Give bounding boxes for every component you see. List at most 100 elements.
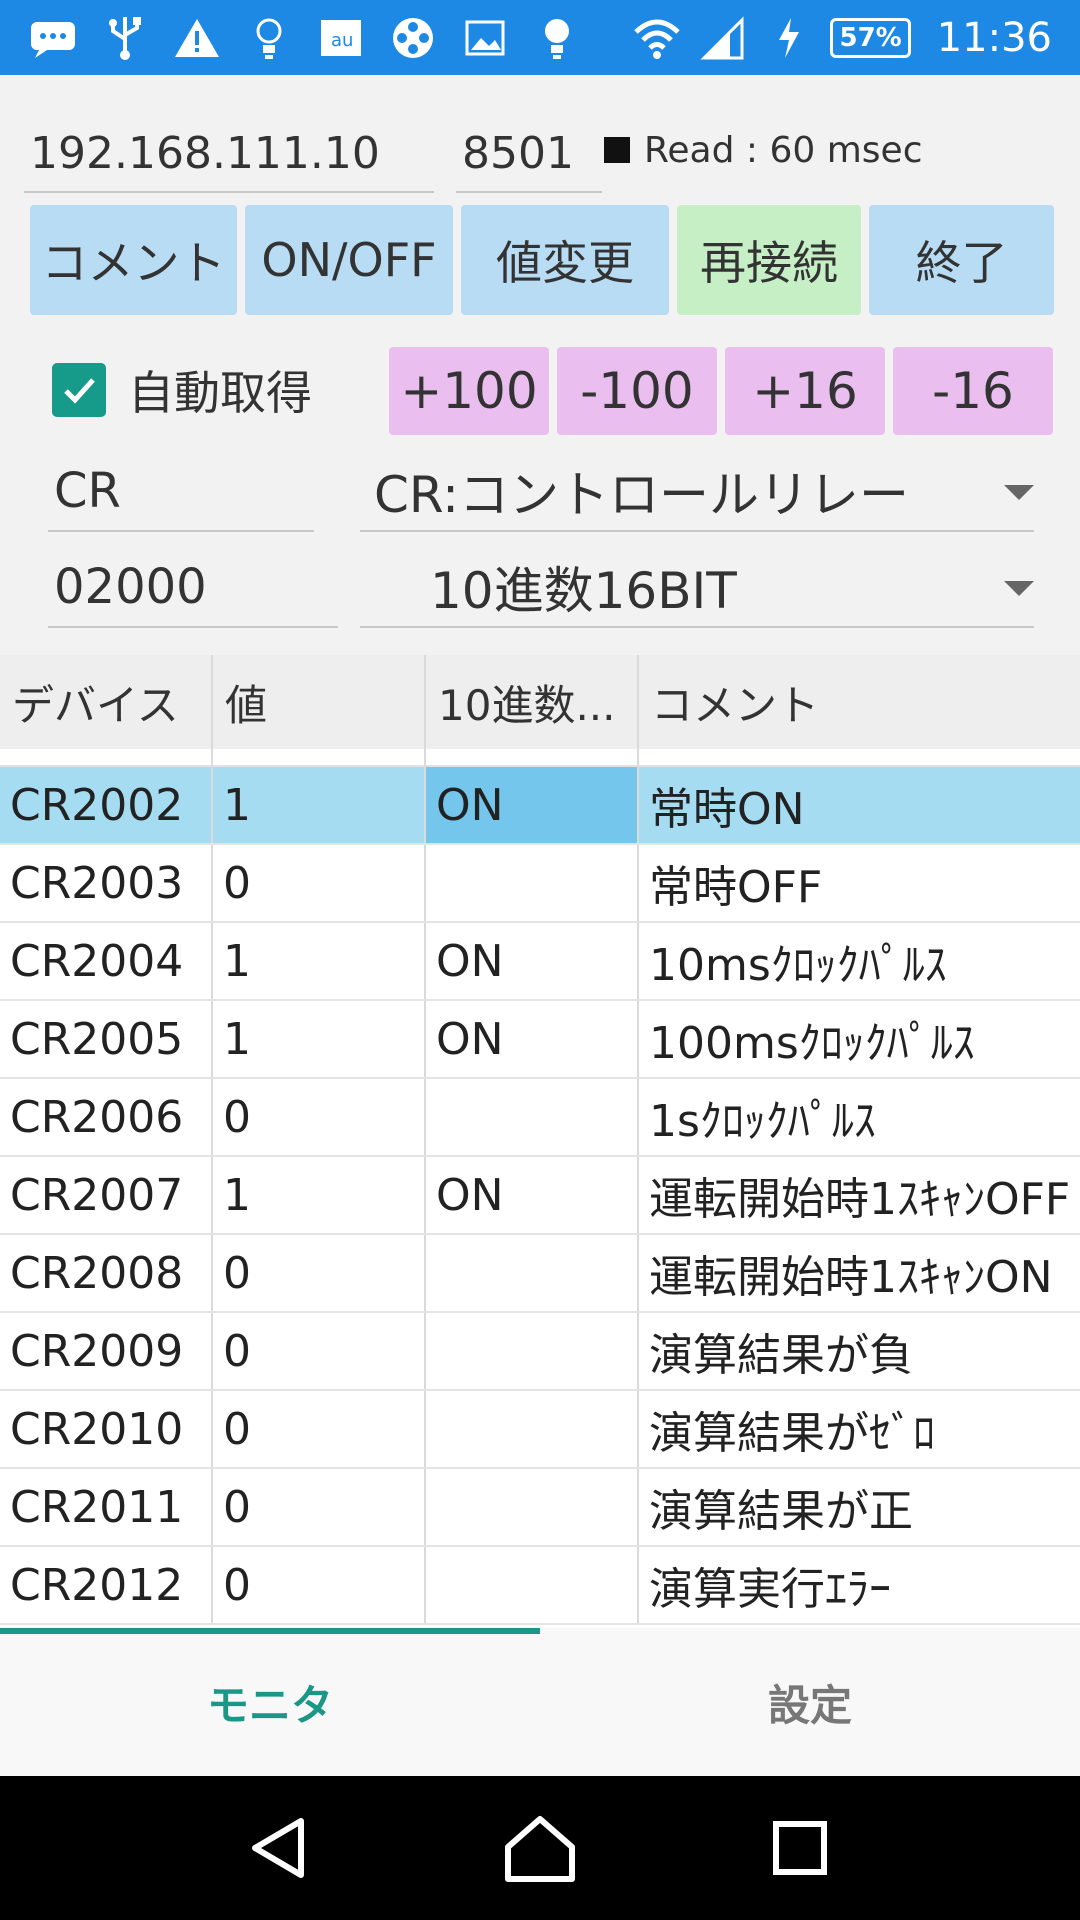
tab-settings[interactable]: 設定 bbox=[540, 1628, 1080, 1776]
cell-value[interactable]: 0 bbox=[213, 1235, 426, 1311]
clock: 11:36 bbox=[936, 14, 1052, 61]
cell-device[interactable]: CR2004 bbox=[0, 923, 213, 999]
cell-device[interactable]: CR2003 bbox=[0, 845, 213, 921]
cell-decimal[interactable]: ON bbox=[426, 1001, 639, 1077]
cell-value[interactable]: 0 bbox=[213, 845, 426, 921]
bulb-icon bbox=[532, 13, 582, 63]
cell-decimal[interactable]: ON bbox=[426, 1157, 639, 1233]
cell-comment[interactable]: 運転開始時1ｽｷｬﾝOFF bbox=[639, 1157, 1080, 1233]
cell-decimal[interactable]: ON bbox=[426, 923, 639, 999]
recent-apps-icon[interactable] bbox=[755, 1803, 845, 1893]
table-row[interactable]: CR2007 1 ON 運転開始時1ｽｷｬﾝOFF bbox=[0, 1157, 1080, 1235]
auto-acquire-label: 自動取得 bbox=[128, 366, 312, 420]
cell-comment[interactable]: 常時ON bbox=[639, 767, 1080, 843]
auto-acquire-checkbox[interactable]: 自動取得 bbox=[52, 355, 312, 425]
cell-decimal[interactable] bbox=[426, 1079, 639, 1155]
cell-device[interactable]: CR2007 bbox=[0, 1157, 213, 1233]
header-comment[interactable]: コメント bbox=[639, 655, 1080, 749]
cell-device[interactable]: CR2011 bbox=[0, 1469, 213, 1545]
table-row[interactable]: CR2012 0 演算実行ｴﾗｰ bbox=[0, 1547, 1080, 1625]
plus-100-button[interactable]: +100 bbox=[389, 347, 549, 435]
change-value-button[interactable]: 値変更 bbox=[461, 205, 669, 315]
device-table[interactable]: デバイス 値 10進数... コメント CR2002 1 ON 常時ON CR2003 0… bbox=[0, 655, 1080, 1630]
cell-value[interactable]: 1 bbox=[213, 1157, 426, 1233]
header-decimal[interactable]: 10進数... bbox=[426, 655, 639, 749]
cell-device[interactable]: CR2010 bbox=[0, 1391, 213, 1467]
cell-comment[interactable]: 常時OFF bbox=[639, 845, 1080, 921]
comment-button[interactable]: コメント bbox=[30, 205, 237, 315]
table-row[interactable]: CR2004 1 ON 10msｸﾛｯｸﾊﾟﾙｽ bbox=[0, 923, 1080, 1001]
warning-icon bbox=[172, 13, 222, 63]
table-row[interactable]: CR2006 0 1sｸﾛｯｸﾊﾟﾙｽ bbox=[0, 1079, 1080, 1157]
ip-address-field[interactable]: 192.168.111.10 bbox=[24, 115, 434, 193]
cell-comment[interactable]: 1sｸﾛｯｸﾊﾟﾙｽ bbox=[639, 1079, 1080, 1155]
cell-decimal[interactable] bbox=[426, 1469, 639, 1545]
format-select-value: 10進数16BIT bbox=[430, 562, 737, 620]
cell-decimal[interactable] bbox=[426, 1547, 639, 1623]
cell-device[interactable]: CR2005 bbox=[0, 1001, 213, 1077]
device-type-field[interactable]: CR bbox=[48, 452, 314, 532]
cell-decimal[interactable] bbox=[426, 845, 639, 921]
cell-decimal[interactable]: ON bbox=[426, 767, 639, 843]
device-type-select[interactable]: CR:コントロールリレー bbox=[360, 452, 1034, 532]
cell-comment[interactable]: 100msｸﾛｯｸﾊﾟﾙｽ bbox=[639, 1001, 1080, 1077]
cell-device[interactable]: CR2009 bbox=[0, 1313, 213, 1389]
reconnect-button[interactable]: 再接続 bbox=[677, 205, 861, 315]
header-value[interactable]: 値 bbox=[213, 655, 426, 749]
table-header: デバイス 値 10進数... コメント bbox=[0, 655, 1080, 749]
bottom-tabs: モニタ 設定 bbox=[0, 1628, 1080, 1776]
cell-comment[interactable]: 演算実行ｴﾗｰ bbox=[639, 1547, 1080, 1623]
cell-device[interactable]: CR2012 bbox=[0, 1547, 213, 1623]
cell-comment[interactable]: 10msｸﾛｯｸﾊﾟﾙｽ bbox=[639, 923, 1080, 999]
table-row[interactable]: CR2009 0 演算結果が負 bbox=[0, 1313, 1080, 1391]
cell-comment[interactable]: 演算結果が負 bbox=[639, 1313, 1080, 1389]
cell-comment[interactable]: 運転開始時1ｽｷｬﾝON bbox=[639, 1235, 1080, 1311]
cell-comment[interactable]: 演算結果がｾﾞﾛ bbox=[639, 1391, 1080, 1467]
cell-device[interactable]: CR2002 bbox=[0, 767, 213, 843]
table-row[interactable]: CR2008 0 運転開始時1ｽｷｬﾝON bbox=[0, 1235, 1080, 1313]
cell-value[interactable]: 0 bbox=[213, 1079, 426, 1155]
cell-decimal[interactable] bbox=[426, 1391, 639, 1467]
on-off-button[interactable]: ON/OFF bbox=[245, 205, 453, 315]
minus-16-button[interactable]: -16 bbox=[893, 347, 1053, 435]
table-body: CR2002 1 ON 常時ON CR2003 0 常時OFF CR2004 1 ON 10msｸﾛ… bbox=[0, 767, 1080, 1625]
port-field[interactable]: 8501 bbox=[456, 115, 602, 193]
cell-value[interactable]: 0 bbox=[213, 1313, 426, 1389]
read-status: Read : 60 msec bbox=[604, 120, 923, 180]
cell-value[interactable]: 0 bbox=[213, 1391, 426, 1467]
device-type-select-value: CR:コントロールリレー bbox=[374, 466, 909, 524]
plus-16-button[interactable]: +16 bbox=[725, 347, 885, 435]
navigation-bar bbox=[0, 1776, 1080, 1920]
chat-bubble-icon bbox=[28, 13, 78, 63]
cell-value[interactable]: 1 bbox=[213, 767, 426, 843]
cell-value[interactable]: 0 bbox=[213, 1469, 426, 1545]
wifi-icon bbox=[632, 13, 682, 63]
table-row[interactable]: CR2010 0 演算結果がｾﾞﾛ bbox=[0, 1391, 1080, 1469]
table-row[interactable]: CR2003 0 常時OFF bbox=[0, 845, 1080, 923]
header-device[interactable]: デバイス bbox=[0, 655, 213, 749]
table-row[interactable]: CR2005 1 ON 100msｸﾛｯｸﾊﾟﾙｽ bbox=[0, 1001, 1080, 1079]
tab-monitor[interactable]: モニタ bbox=[0, 1628, 540, 1776]
cell-value[interactable]: 1 bbox=[213, 1001, 426, 1077]
cell-comment[interactable]: 演算結果が正 bbox=[639, 1469, 1080, 1545]
cell-device[interactable]: CR2008 bbox=[0, 1235, 213, 1311]
table-row[interactable]: CR2002 1 ON 常時ON bbox=[0, 767, 1080, 845]
film-reel-icon bbox=[388, 13, 438, 63]
format-select[interactable]: 10進数16BIT bbox=[360, 548, 1034, 628]
cell-value[interactable]: 1 bbox=[213, 923, 426, 999]
cell-device[interactable]: CR2006 bbox=[0, 1079, 213, 1155]
cell-value[interactable]: 0 bbox=[213, 1547, 426, 1623]
back-icon[interactable] bbox=[235, 1803, 325, 1893]
dropdown-caret-icon bbox=[1004, 485, 1034, 500]
home-icon[interactable] bbox=[495, 1803, 585, 1893]
cell-decimal[interactable] bbox=[426, 1235, 639, 1311]
usb-icon bbox=[100, 13, 150, 63]
status-bar: au 57% 11:36 bbox=[0, 0, 1080, 75]
minus-100-button[interactable]: -100 bbox=[557, 347, 717, 435]
device-address-field[interactable]: 02000 bbox=[48, 548, 338, 628]
exit-button[interactable]: 終了 bbox=[869, 205, 1054, 315]
image-icon bbox=[460, 13, 510, 63]
table-row[interactable]: CR2011 0 演算結果が正 bbox=[0, 1469, 1080, 1547]
cell-decimal[interactable] bbox=[426, 1313, 639, 1389]
checkbox-checked-icon[interactable] bbox=[52, 363, 106, 417]
